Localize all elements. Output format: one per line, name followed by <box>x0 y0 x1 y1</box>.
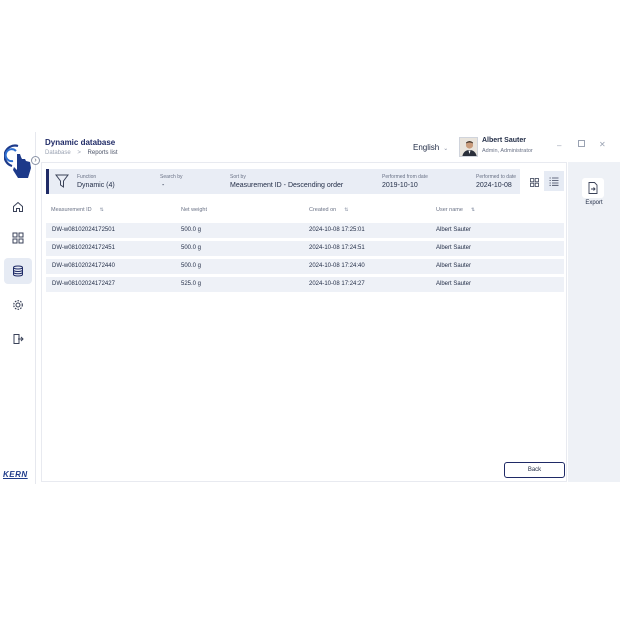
home-icon <box>13 201 23 212</box>
table-header: Measurement ID ⇅ Net weight Created on ⇅ U… <box>46 203 564 217</box>
user-name-cell: Albert Sauter <box>436 227 472 233</box>
sidebar-item-apps[interactable] <box>4 225 32 251</box>
avatar[interactable] <box>459 137 478 157</box>
created-on-cell: 2024-10-08 17:24:40 <box>309 263 365 269</box>
created-on-cell: 2024-10-08 17:25:01 <box>309 227 365 233</box>
filter-bar[interactable]: Function Dynamic (4) Search by - Sort by… <box>46 169 520 194</box>
page-title: Dynamic database <box>45 138 116 147</box>
measurement-id-cell: DW-w08102024172451 <box>52 245 115 251</box>
from-date-value: 2019-10-10 <box>382 182 418 189</box>
net-weight-cell: 500.0 g <box>181 245 202 251</box>
sidebar-item-home[interactable] <box>4 194 32 220</box>
export-document-icon <box>588 182 598 194</box>
measurement-id-cell: DW-w08102024172440 <box>52 263 115 269</box>
filter-funnel-icon <box>55 174 69 188</box>
user-role: Admin, Administrator <box>482 148 533 154</box>
sort-icon[interactable]: ⇅ <box>100 207 104 213</box>
sidebar-item-database[interactable] <box>4 258 32 284</box>
language-label: English <box>413 143 440 152</box>
breadcrumb-separator-icon: > <box>77 150 81 156</box>
created-on-cell: 2024-10-08 17:24:27 <box>309 281 365 287</box>
table-row[interactable]: DW-w08102024172427 525.0 g 2024-10-08 17… <box>46 277 564 292</box>
search-by-label: Search by <box>160 174 183 180</box>
to-date-value: 2024-10-08 <box>476 182 512 189</box>
user-name-cell: Albert Sauter <box>436 245 472 251</box>
header: Dynamic database Database > Reports list… <box>36 132 620 162</box>
back-button[interactable]: Back <box>504 462 565 478</box>
list-view-button[interactable] <box>544 171 564 191</box>
table-row[interactable]: DW-w08102024172501 500.0 g 2024-10-08 17… <box>46 223 564 238</box>
measurement-id-cell: DW-w08102024172427 <box>52 281 115 287</box>
column-header-created-on[interactable]: Created on ⇅ <box>309 207 348 213</box>
net-weight-cell: 525.0 g <box>181 281 202 287</box>
sort-icon[interactable]: ⇅ <box>471 207 475 213</box>
column-header-user-name[interactable]: User name ⇅ <box>436 207 475 213</box>
list-view-icon <box>549 177 559 186</box>
language-selector[interactable]: English ⌄ <box>413 143 448 152</box>
logout-icon <box>13 334 24 344</box>
touch-hand-logo-icon <box>3 140 34 180</box>
settings-gear-icon <box>13 300 23 310</box>
function-value: Dynamic (4) <box>77 182 115 189</box>
app-window: › KERN Dynamic database Database > Repor… <box>0 132 620 484</box>
to-date-label: Performed to date <box>476 174 517 180</box>
close-icon[interactable]: ✕ <box>599 140 606 149</box>
user-name-cell: Albert Sauter <box>436 281 472 287</box>
sidebar: › KERN <box>0 132 40 484</box>
sidebar-item-logout[interactable] <box>4 326 32 352</box>
chevron-down-icon: ⌄ <box>443 146 449 152</box>
sort-by-value: Measurement ID - Descending order <box>230 182 344 189</box>
breadcrumb: Database > Reports list <box>45 150 118 156</box>
reports-panel: Function Dynamic (4) Search by - Sort by… <box>41 162 567 482</box>
action-panel: Export <box>568 162 620 482</box>
tile-view-button[interactable] <box>525 172 543 192</box>
breadcrumb-database[interactable]: Database <box>45 150 71 156</box>
export-button[interactable] <box>582 178 604 198</box>
database-icon <box>13 265 23 277</box>
search-by-value: - <box>162 182 165 189</box>
tile-view-icon <box>529 177 539 187</box>
maximize-icon[interactable] <box>578 140 585 149</box>
export-label: Export <box>585 200 603 206</box>
created-on-cell: 2024-10-08 17:24:51 <box>309 245 365 251</box>
column-header-measurement-id[interactable]: Measurement ID ⇅ <box>51 207 104 213</box>
table-row[interactable]: DW-w08102024172440 500.0 g 2024-10-08 17… <box>46 259 564 274</box>
function-label: Function <box>77 174 97 180</box>
net-weight-cell: 500.0 g <box>181 263 202 269</box>
table-row[interactable]: DW-w08102024172451 500.0 g 2024-10-08 17… <box>46 241 564 256</box>
from-date-label: Performed from date <box>382 174 428 180</box>
user-name: Albert Sauter <box>482 137 526 144</box>
apps-grid-icon <box>12 232 24 244</box>
user-name-cell: Albert Sauter <box>436 263 472 269</box>
sort-by-label: Sort by <box>230 174 246 180</box>
sort-icon[interactable]: ⇅ <box>344 207 348 213</box>
kern-logo: KERN <box>3 470 28 479</box>
measurement-id-cell: DW-w08102024172501 <box>52 227 115 233</box>
minimize-icon[interactable]: – <box>557 141 561 150</box>
breadcrumb-reports-list: Reports list <box>87 150 118 156</box>
sidebar-item-settings[interactable] <box>4 292 32 318</box>
column-header-net-weight: Net weight <box>181 207 207 213</box>
net-weight-cell: 500.0 g <box>181 227 202 233</box>
